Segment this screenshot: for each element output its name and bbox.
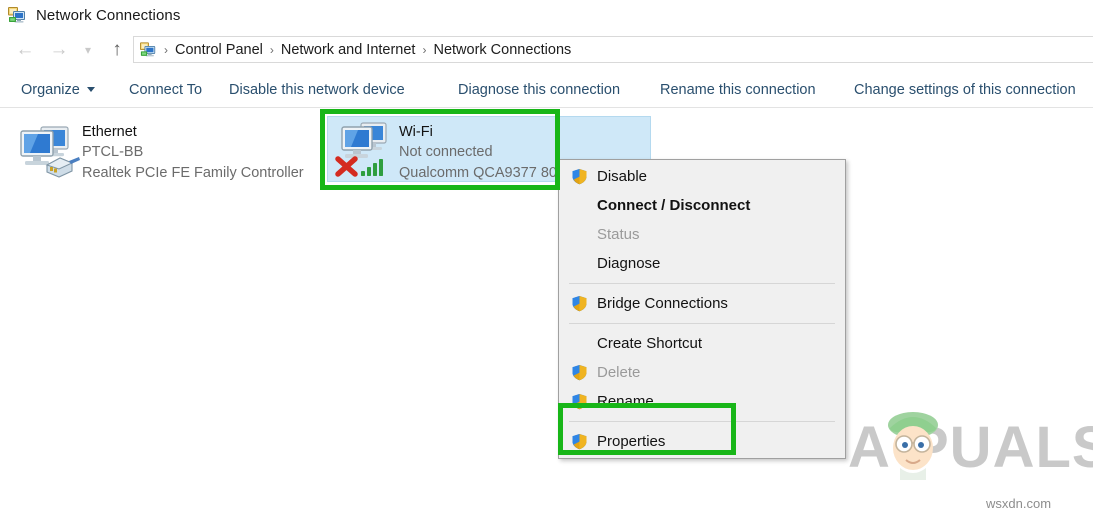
menu-item-connect-disconnect[interactable]: Connect / Disconnect — [559, 191, 845, 220]
ethernet-name: Ethernet — [82, 124, 137, 140]
menu-icon-slot — [567, 333, 591, 355]
menu-icon-slot — [567, 195, 591, 217]
ethernet-adapter-icon — [10, 117, 82, 183]
change-settings-of-this-connection-button[interactable]: Change settings of this connection — [854, 82, 1076, 98]
back-arrow-icon[interactable]: ← — [8, 33, 42, 67]
menu-item-create-shortcut[interactable]: Create Shortcut — [559, 329, 845, 358]
connections-list: Ethernet PTCL-BB Realtek PCIe FE Family … — [0, 109, 1093, 508]
menu-icon-slot — [567, 253, 591, 275]
organize-label: Organize — [21, 81, 80, 98]
annotation-box-properties — [558, 403, 736, 455]
breadcrumb-network-and-internet[interactable]: Network and Internet — [281, 42, 416, 58]
menu-separator — [569, 283, 835, 284]
menu-item-disable[interactable]: Disable — [559, 162, 845, 191]
rename-this-connection-button[interactable]: Rename this connection — [660, 82, 816, 98]
menu-item-label: Diagnose — [597, 255, 661, 272]
organize-button[interactable]: Organize — [21, 82, 95, 98]
address-bar[interactable]: › Control Panel › Network and Internet ›… — [133, 36, 1093, 63]
network-connections-window: Network Connections ← → ▾ ↑ › Control Pa… — [0, 0, 1093, 508]
window-title-bar: Network Connections — [0, 0, 1093, 30]
uac-shield-icon — [567, 293, 591, 315]
source-watermark: wsxdn.com — [986, 496, 1052, 508]
annotation-box-wifi-item — [320, 109, 560, 190]
ethernet-details: Ethernet PTCL-BB Realtek PCIe FE Family … — [82, 117, 304, 184]
breadcrumb-separator: › — [164, 42, 168, 57]
window-title: Network Connections — [36, 6, 181, 24]
menu-item-label: Bridge Connections — [597, 295, 728, 312]
chevron-down-icon[interactable]: ▾ — [76, 33, 100, 67]
ethernet-network: PTCL-BB — [82, 144, 144, 160]
menu-item-label: Status — [597, 226, 640, 243]
menu-item-delete: Delete — [559, 358, 845, 387]
uac-shield-icon — [567, 362, 591, 384]
forward-arrow-icon[interactable]: → — [42, 33, 76, 67]
ethernet-adapter: Realtek PCIe FE Family Controller — [82, 165, 304, 181]
menu-item-label: Disable — [597, 168, 648, 185]
menu-item-label: Delete — [597, 364, 641, 381]
command-bar: Organize Connect To Disable this network… — [0, 72, 1093, 108]
up-arrow-icon[interactable]: ↑ — [100, 33, 134, 67]
network-connections-icon — [8, 6, 27, 24]
appuals-watermark: A PUALS wsxdn.com — [848, 412, 1093, 508]
connection-item-ethernet[interactable]: Ethernet PTCL-BB Realtek PCIe FE Family … — [10, 117, 304, 184]
disable-this-network-device-button[interactable]: Disable this network device — [229, 82, 405, 98]
network-connections-icon — [140, 41, 157, 58]
breadcrumb-separator: › — [269, 42, 274, 57]
menu-item-status: Status — [559, 220, 845, 249]
menu-item-diagnose[interactable]: Diagnose — [559, 249, 845, 278]
menu-icon-slot — [567, 224, 591, 246]
menu-item-label: Create Shortcut — [597, 335, 703, 352]
diagnose-this-connection-button[interactable]: Diagnose this connection — [458, 82, 620, 98]
chevron-down-icon — [86, 87, 95, 92]
breadcrumb-separator: › — [422, 42, 427, 57]
menu-item-label: Connect / Disconnect — [597, 197, 751, 214]
breadcrumb-control-panel[interactable]: Control Panel — [175, 42, 263, 58]
connect-to-button[interactable]: Connect To — [129, 82, 202, 98]
uac-shield-icon — [567, 166, 591, 188]
breadcrumb-network-connections[interactable]: Network Connections — [433, 42, 571, 58]
menu-separator — [569, 323, 835, 324]
menu-item-bridge-connections[interactable]: Bridge Connections — [559, 289, 845, 318]
